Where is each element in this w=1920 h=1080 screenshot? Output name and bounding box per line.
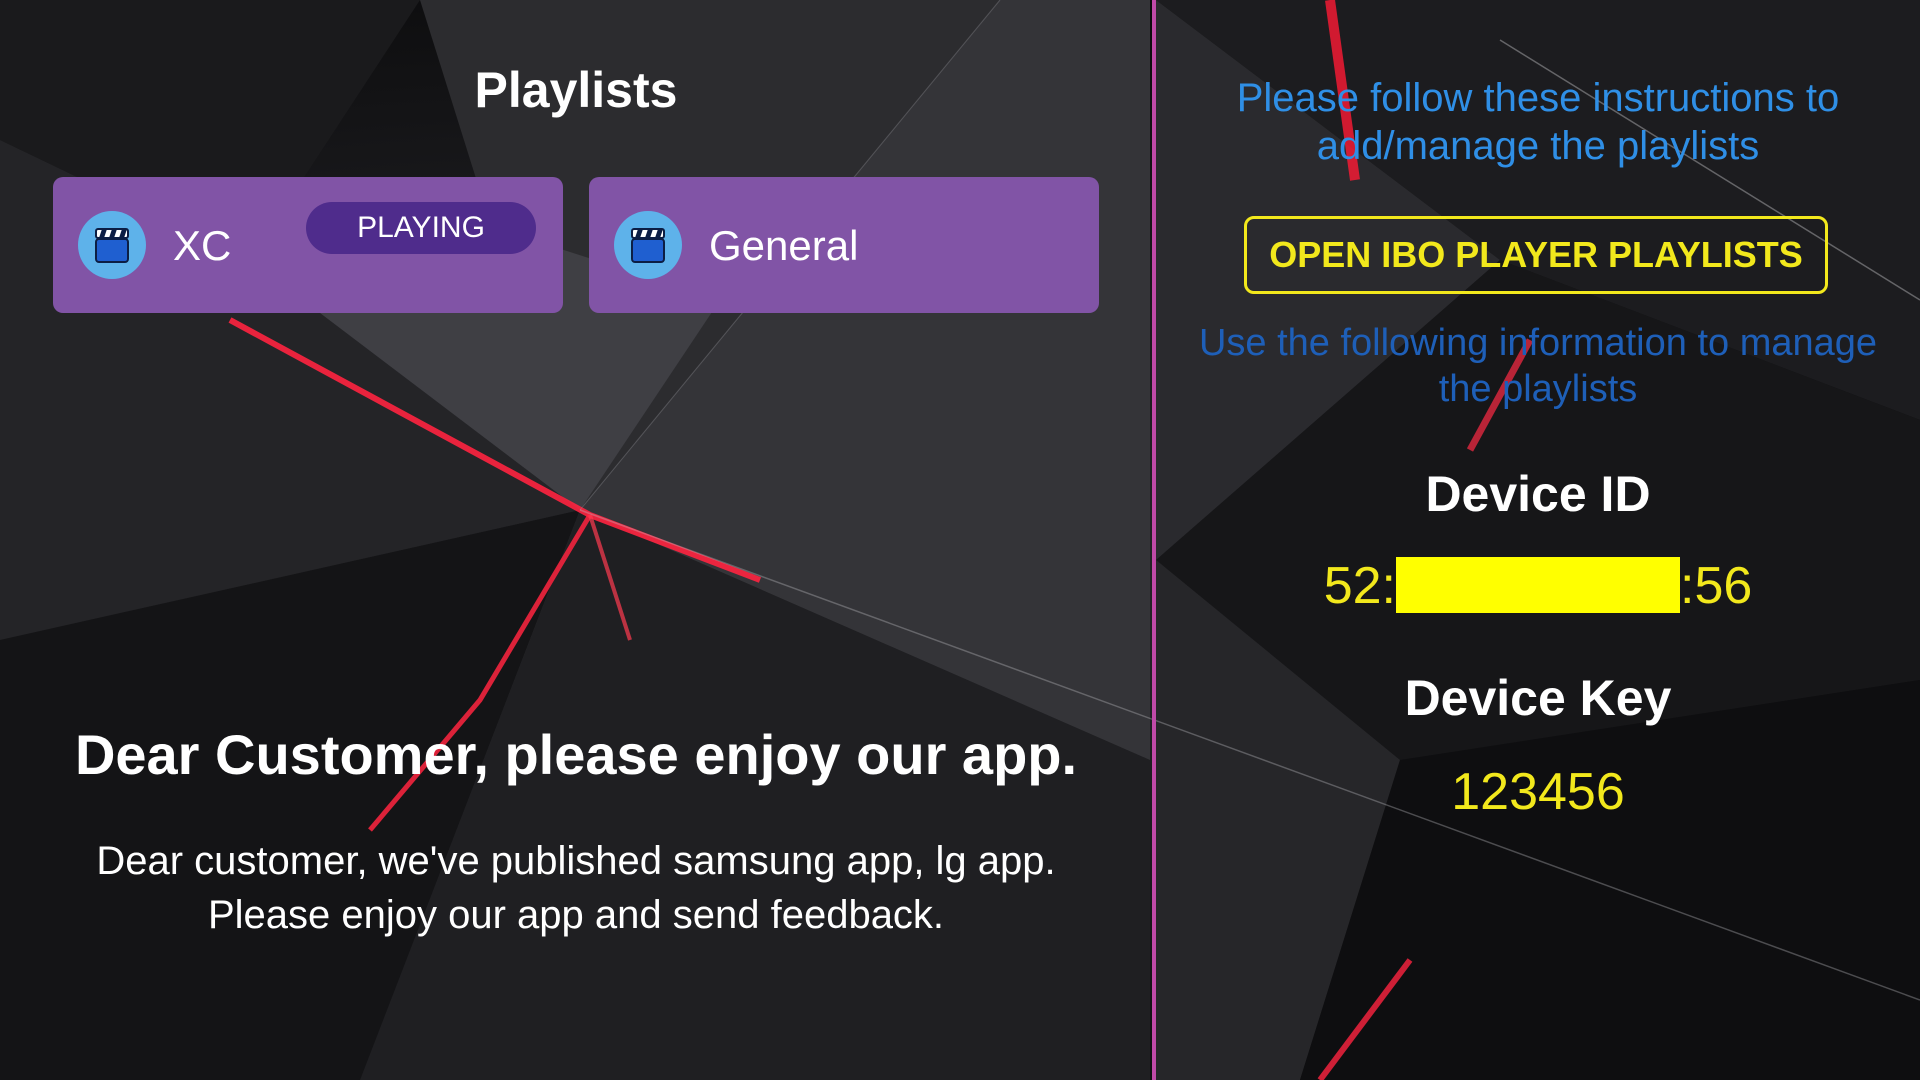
panel-divider	[1152, 0, 1156, 1080]
device-id-value: 52: :56	[1156, 554, 1920, 618]
playlist-label: General	[709, 222, 859, 269]
welcome-line-2: Please enjoy our app and send feedback.	[207, 893, 945, 937]
device-info-panel: Please follow these instructions to add/…	[1156, 0, 1920, 1080]
instructions-text: Please follow these instructions to add/…	[1156, 74, 1920, 170]
clapperboard-icon	[78, 211, 146, 279]
device-id-prefix: 52:	[1323, 557, 1396, 615]
redaction-block	[1396, 557, 1680, 613]
welcome-message: Dear customer, we've published samsung a…	[0, 834, 1152, 942]
app-screen: Playlists XC PLAYING General Dear Custom…	[0, 0, 1920, 1080]
playlists-title: Playlists	[474, 62, 678, 118]
playlist-card-xc[interactable]: XC PLAYING	[53, 177, 563, 313]
manage-line-2: the playlists	[1438, 368, 1638, 410]
instructions-line-2: add/manage the playlists	[1316, 124, 1760, 168]
device-id-suffix: :56	[1680, 557, 1753, 615]
device-id-label: Device ID	[1425, 466, 1651, 522]
clapperboard-icon	[614, 211, 682, 279]
instructions-line-1: Please follow these instructions to	[1236, 76, 1840, 120]
welcome-line-1: Dear customer, we've published samsung a…	[96, 839, 1056, 883]
manage-info-text: Use the following information to manage …	[1156, 320, 1920, 412]
playlists-panel: Playlists XC PLAYING General Dear Custom…	[0, 0, 1152, 1080]
playing-badge: PLAYING	[306, 202, 536, 254]
open-ibo-playlists-button[interactable]: OPEN IBO PLAYER PLAYLISTS	[1244, 216, 1828, 294]
device-key-label: Device Key	[1404, 670, 1672, 726]
manage-line-1: Use the following information to manage	[1198, 322, 1878, 364]
playlist-label: XC	[173, 222, 232, 269]
welcome-title: Dear Customer, please enjoy our app.	[74, 723, 1078, 786]
device-key-value: 123456	[1451, 763, 1625, 821]
playlist-card-general[interactable]: General	[589, 177, 1099, 313]
